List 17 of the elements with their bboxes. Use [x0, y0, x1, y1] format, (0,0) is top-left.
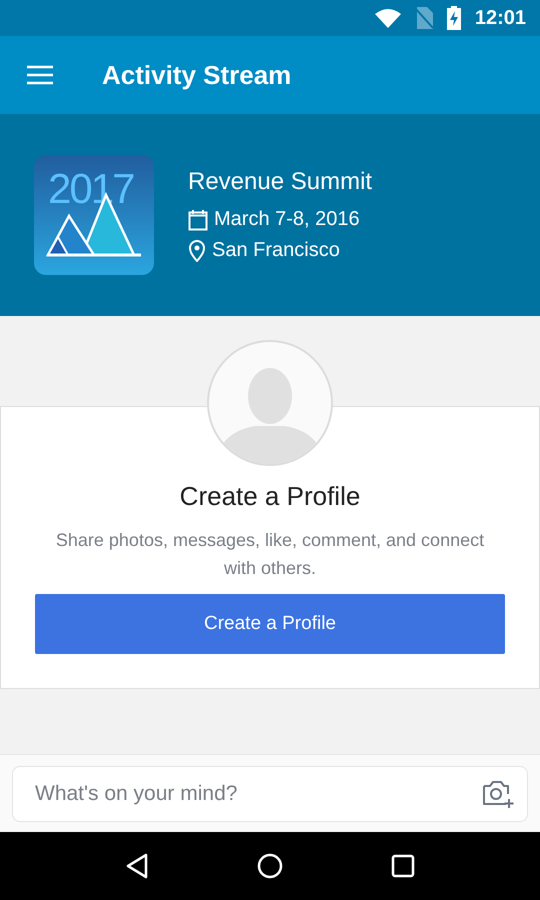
wifi-icon — [374, 8, 401, 28]
event-logo: 2017 — [34, 155, 154, 275]
no-sim-icon — [414, 7, 433, 29]
location-pin-icon — [188, 240, 206, 262]
calendar-icon — [188, 208, 208, 230]
event-location: San Francisco — [212, 239, 340, 262]
create-profile-button[interactable]: Create a Profile — [35, 594, 505, 654]
event-name: Revenue Summit — [188, 168, 372, 196]
status-time: 12:01 — [474, 6, 526, 30]
card-title: Create a Profile — [180, 481, 360, 512]
battery-charging-icon — [446, 6, 461, 30]
app-bar-title: Activity Stream — [102, 60, 292, 90]
event-date: March 7-8, 2016 — [214, 208, 360, 231]
menu-button[interactable] — [26, 65, 54, 85]
post-input-field[interactable]: What's on your mind? — [12, 766, 528, 822]
add-photo-button[interactable] — [480, 779, 514, 809]
card-description: Share photos, messages, like, comment, and connect with others. — [54, 529, 486, 580]
